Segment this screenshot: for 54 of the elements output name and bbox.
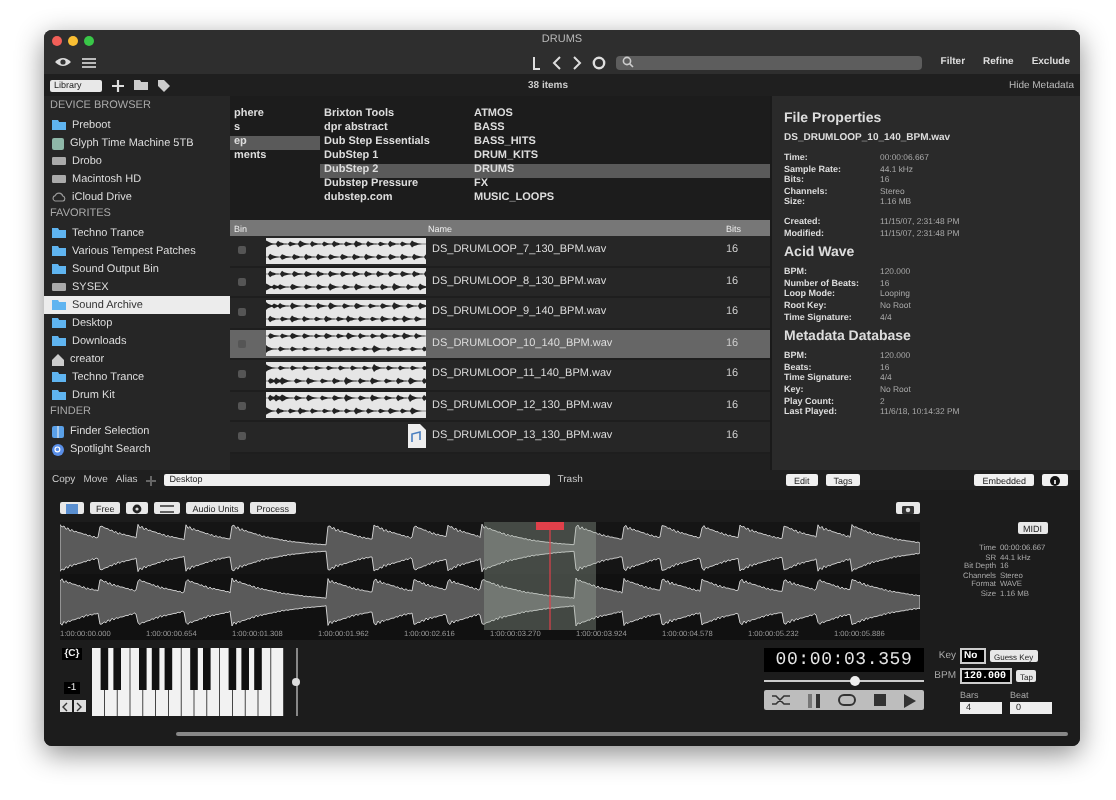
checkbox[interactable] <box>238 308 246 317</box>
search-field[interactable] <box>616 55 923 69</box>
options-dropdown[interactable] <box>154 502 181 514</box>
shuffle-button[interactable] <box>768 692 795 708</box>
search-icon <box>622 56 635 68</box>
info-icon <box>1050 475 1060 485</box>
camera-icon <box>902 503 914 513</box>
stop-icon <box>873 694 886 706</box>
octave-down-button[interactable] <box>59 700 71 712</box>
shuffle-icon <box>772 694 791 706</box>
cloud-icon <box>52 192 66 202</box>
checkbox[interactable] <box>238 277 246 286</box>
checkbox[interactable] <box>238 432 246 441</box>
octave-up-button[interactable] <box>73 700 85 712</box>
camera-button[interactable] <box>896 502 920 514</box>
volume-slider[interactable] <box>290 648 302 716</box>
settings-icon <box>132 503 143 513</box>
checkbox[interactable] <box>238 246 246 255</box>
play-button[interactable] <box>899 692 920 708</box>
eye-icon[interactable] <box>54 56 72 68</box>
stop-button[interactable] <box>869 692 890 708</box>
checkbox[interactable] <box>238 401 246 410</box>
forward-icon[interactable] <box>572 55 583 69</box>
play-icon <box>903 693 916 707</box>
horizontal-scrollbar[interactable] <box>176 732 1068 736</box>
bars-button[interactable] <box>804 692 825 708</box>
drive-icon <box>52 137 64 149</box>
tag-icon[interactable] <box>158 79 170 91</box>
stereo-waveform[interactable] <box>60 522 920 630</box>
close-button[interactable] <box>52 35 62 45</box>
refresh-icon[interactable] <box>592 55 607 69</box>
folder-icon <box>52 120 66 130</box>
minimize-button[interactable] <box>68 35 78 45</box>
search-icon <box>52 443 64 455</box>
image-button[interactable] <box>60 502 84 514</box>
finder-icon <box>52 425 64 437</box>
sliders-icon <box>160 503 175 513</box>
loop-button[interactable] <box>833 692 860 708</box>
checkbox[interactable] <box>238 370 246 379</box>
audio-file-icon <box>408 424 426 449</box>
info-button[interactable] <box>1042 474 1068 486</box>
settings-dropdown[interactable] <box>126 502 149 514</box>
piano-keyboard[interactable] <box>92 648 284 716</box>
zoom-button[interactable] <box>84 35 94 45</box>
back-icon[interactable] <box>552 55 563 69</box>
time-display: 00:00:03.359 <box>764 648 924 672</box>
house-icon <box>52 353 64 365</box>
image-icon <box>66 503 78 513</box>
bars-icon <box>808 693 821 707</box>
list-icon[interactable] <box>82 57 96 67</box>
chevron-left-icon <box>62 701 68 711</box>
chevron-right-icon <box>76 701 82 711</box>
loop-icon <box>837 694 856 706</box>
folder-icon[interactable] <box>134 80 148 90</box>
